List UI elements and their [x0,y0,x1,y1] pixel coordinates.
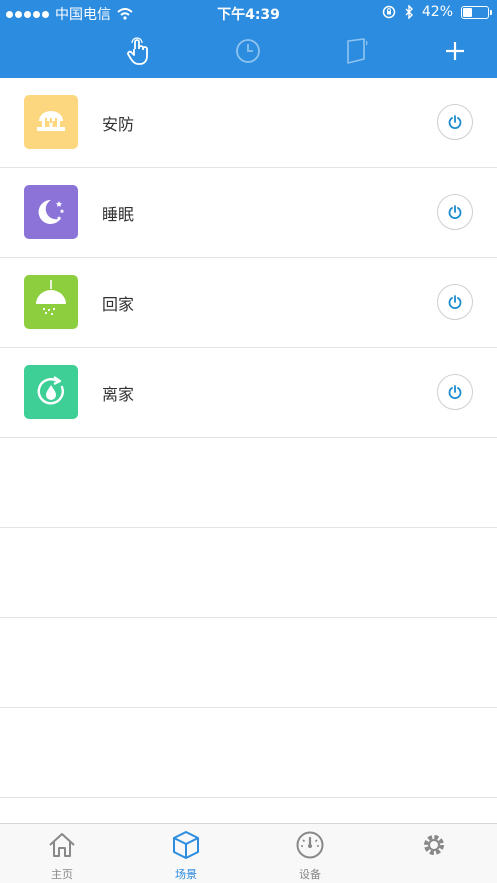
flag-icon[interactable] [340,34,374,68]
tab-devices[interactable]: 设备 [270,830,350,882]
top-toolbar [0,26,497,78]
power-button[interactable] [437,374,473,410]
clock-icon[interactable] [231,34,265,68]
tab-home[interactable]: 主页 [22,830,102,882]
tab-label: 场景 [175,868,197,881]
battery-level [463,7,472,17]
security-icon [24,95,78,149]
scene-label: 回家 [102,295,135,314]
scene-row-sleep[interactable]: 睡眠 [0,168,497,258]
empty-row [0,438,497,528]
scene-label: 离家 [102,385,135,404]
tab-scenes[interactable]: 场景 [146,830,226,882]
moon-stars-icon [24,185,78,239]
bluetooth-icon [405,5,413,19]
home-icon [49,833,75,857]
power-icon [448,295,462,309]
hand-pointer-icon[interactable] [122,34,156,68]
app-header: 中国电信 下午4:39 42% [0,0,497,78]
power-button[interactable] [437,284,473,320]
power-button[interactable] [437,104,473,140]
empty-row [0,708,497,798]
scene-label: 睡眠 [102,205,135,224]
scene-row-leave[interactable]: 离家 [0,348,497,438]
water-drop-icon [24,365,78,419]
power-icon [448,115,462,129]
scene-row-home[interactable]: 回家 [0,258,497,348]
power-button[interactable] [437,194,473,230]
gear-icon [424,835,444,855]
gauge-icon [296,831,324,859]
battery-percent: 42% [421,4,453,20]
empty-row [0,618,497,708]
status-bar: 中国电信 下午4:39 42% [0,0,497,26]
scene-list: 安防 睡眠 回家 离家 [0,78,497,798]
scene-row-security[interactable]: 安防 [0,78,497,168]
tab-bar: 主页 场景 设备 [0,823,497,883]
plus-icon[interactable] [438,34,472,68]
power-icon [448,205,462,219]
scene-label: 安防 [102,115,135,134]
battery-icon [461,5,492,19]
empty-row [0,528,497,618]
power-icon [448,385,462,399]
tab-label: 设备 [299,868,321,881]
lamp-icon [24,275,78,329]
cube-icon [173,831,199,859]
tab-label: 主页 [51,868,73,881]
tab-settings[interactable] [394,830,474,866]
rotation-lock-icon [382,5,396,19]
